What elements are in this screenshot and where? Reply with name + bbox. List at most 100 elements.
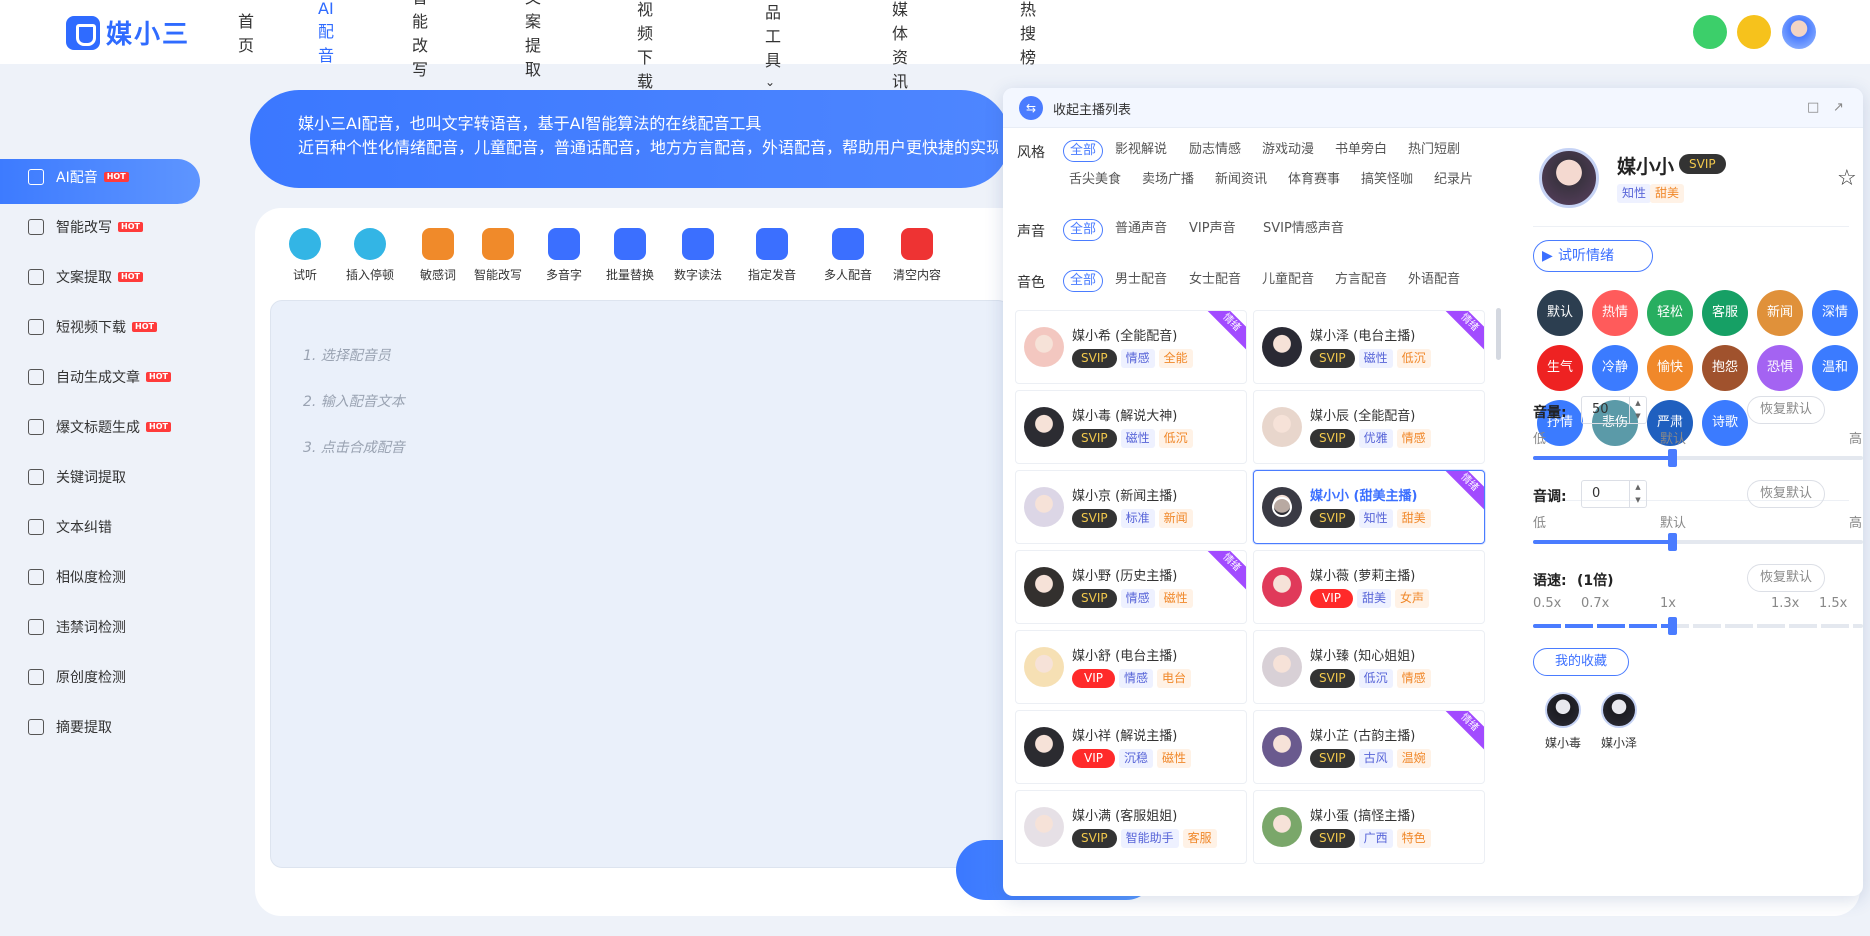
voice-card[interactable]: 媒小薇 (萝莉主播) VIP 甜美 女声 <box>1253 550 1485 624</box>
sidebar-item[interactable]: 摘要提取 <box>28 705 112 749</box>
sidebar-item[interactable]: 关键词提取 <box>28 455 126 499</box>
emotion-button[interactable]: 诗歌 <box>1702 400 1748 446</box>
nav-tools[interactable]: 精品工具⌄ <box>765 0 781 90</box>
pitch-slider[interactable] <box>1533 533 1863 551</box>
voice-card[interactable]: 媒小舒 (电台主播) VIP 情感 电台 <box>1015 630 1247 704</box>
try-emotion-button[interactable]: ▶ 试听情绪 <box>1533 240 1653 272</box>
volume-input[interactable]: 50 <box>1581 396 1647 424</box>
polyphone-button[interactable]: 多音字 <box>529 224 599 283</box>
filter-voice-option[interactable]: 全部 <box>1063 219 1104 241</box>
insert-pause-button[interactable]: 插入停顿 <box>335 224 405 283</box>
voice-card[interactable]: 媒小京 (新闻主播) SVIP 标准 新闻 <box>1015 470 1247 544</box>
speed-reset-button[interactable]: 恢复默认 <box>1747 564 1825 592</box>
emotion-button[interactable]: 轻松 <box>1647 290 1693 336</box>
emotion-button[interactable]: 抱怨 <box>1702 345 1748 391</box>
multi-voice-button[interactable]: 多人配音 <box>813 224 883 283</box>
filter-style-option[interactable]: 游戏动漫 <box>1256 140 1320 162</box>
voice-card[interactable]: 媒小满 (客服姐姐) SVIP 智能助手 客服 <box>1015 790 1247 864</box>
sidebar-item[interactable]: 智能改写 HOT <box>28 205 143 249</box>
sidebar-item[interactable]: 原创度检测 <box>28 655 126 699</box>
filter-style-option[interactable]: 热门短剧 <box>1402 140 1466 162</box>
smart-rewrite-button[interactable]: 智能改写 <box>463 224 533 283</box>
text-editor[interactable]: 1. 选择配音员 2. 输入配音文本 3. 点击合成配音 <box>270 300 1010 868</box>
nav-copy-extract[interactable]: 文案提取 <box>525 0 541 80</box>
number-reading-button[interactable]: 数字读法 <box>663 224 733 283</box>
filter-timbre-option[interactable]: 儿童配音 <box>1256 270 1320 292</box>
voice-card[interactable]: 媒小祥 (解说主播) VIP 沉稳 磁性 <box>1015 710 1247 784</box>
filter-style-option[interactable]: 卖场广播 <box>1136 170 1200 192</box>
filter-style-option[interactable]: 体育赛事 <box>1282 170 1346 192</box>
nav-home[interactable]: 首页 <box>238 8 254 56</box>
star-icon[interactable]: ☆ <box>1837 166 1857 191</box>
nav-video-download[interactable]: 短视频下载 <box>637 0 653 92</box>
sidebar-item[interactable]: 爆文标题生成 HOT <box>28 405 171 449</box>
emotion-button[interactable]: 恐惧 <box>1757 345 1803 391</box>
emotion-button[interactable]: 温和 <box>1812 345 1858 391</box>
filter-style-option[interactable]: 全部 <box>1063 140 1104 162</box>
batch-replace-button[interactable]: 批量替换 <box>595 224 665 283</box>
filter-style-option[interactable]: 书单旁白 <box>1329 140 1393 162</box>
emotion-button[interactable]: 热情 <box>1592 290 1638 336</box>
pitch-reset-button[interactable]: 恢复默认 <box>1747 480 1825 508</box>
sidebar-item[interactable]: 文案提取 HOT <box>28 255 143 299</box>
filter-timbre-option[interactable]: 女士配音 <box>1183 270 1247 292</box>
voice-card[interactable]: 媒小毒 (解说大神) SVIP 磁性 低沉 <box>1015 390 1247 464</box>
speed-slider[interactable] <box>1533 617 1863 635</box>
emotion-button[interactable]: 冷静 <box>1592 345 1638 391</box>
voice-list-scrollbar[interactable] <box>1496 308 1501 360</box>
voice-card[interactable]: 媒小希 (全能配音) SVIP 情感 全能 情绪 <box>1015 310 1247 384</box>
voice-card[interactable]: 媒小小 (甜美主播) SVIP 知性 甜美 情绪 <box>1253 470 1485 544</box>
filter-style-option[interactable]: 新闻资讯 <box>1209 170 1273 192</box>
play-button[interactable]: 试听 <box>270 224 340 283</box>
filter-timbre-option[interactable]: 全部 <box>1063 270 1104 292</box>
emotion-button[interactable]: 默认 <box>1537 290 1583 336</box>
emotion-button[interactable]: 生气 <box>1537 345 1583 391</box>
sidebar-item[interactable]: 相似度检测 <box>28 555 126 599</box>
play-icon[interactable] <box>1272 497 1292 517</box>
emotion-button[interactable]: 愉快 <box>1647 345 1693 391</box>
filter-voice-option[interactable]: SVIP情感声音 <box>1257 219 1350 241</box>
pitch-input[interactable]: 0 <box>1581 480 1647 508</box>
filter-timbre-option[interactable]: 男士配音 <box>1109 270 1173 292</box>
filter-timbre-option[interactable]: 外语配音 <box>1402 270 1466 292</box>
emotion-button[interactable]: 深情 <box>1812 290 1858 336</box>
filter-voice-option[interactable]: 普通声音 <box>1109 219 1173 241</box>
filter-style-option[interactable]: 舌尖美食 <box>1063 170 1127 192</box>
emotion-button[interactable]: 新闻 <box>1757 290 1803 336</box>
sidebar-item[interactable]: 违禁词检测 <box>28 605 126 649</box>
sidebar-item[interactable]: 自动生成文章 HOT <box>28 355 171 399</box>
emotion-button[interactable]: 客服 <box>1702 290 1748 336</box>
sidebar-item[interactable]: 短视频下载 HOT <box>28 305 157 349</box>
favorite-voice[interactable]: 媒小泽 <box>1591 692 1647 751</box>
filter-style-option[interactable]: 纪录片 <box>1428 170 1479 192</box>
nav-news[interactable]: 新媒体资讯 <box>892 0 908 92</box>
bell-icon[interactable] <box>1693 15 1727 49</box>
filter-timbre-option[interactable]: 方言配音 <box>1329 270 1393 292</box>
user-avatar[interactable] <box>1782 15 1816 49</box>
voice-card[interactable]: 媒小辰 (全能配音) SVIP 优雅 情感 <box>1253 390 1485 464</box>
voice-card[interactable]: 媒小野 (历史主播) SVIP 情感 磁性 情绪 <box>1015 550 1247 624</box>
collapse-icon[interactable]: ⇆ <box>1019 96 1043 120</box>
sidebar-item[interactable]: 文本纠错 <box>28 505 112 549</box>
sidebar-item[interactable]: AI配音 HOT <box>28 155 129 199</box>
volume-reset-button[interactable]: 恢复默认 <box>1747 396 1825 424</box>
my-favorites-button[interactable]: 我的收藏 <box>1533 648 1629 676</box>
nav-smart-rewrite[interactable]: 智能改写 <box>412 0 428 80</box>
filter-style-option[interactable]: 影视解说 <box>1109 140 1173 162</box>
nav-hot-search[interactable]: 热搜榜 <box>1020 0 1036 68</box>
filter-style-option[interactable]: 搞笑怪咖 <box>1355 170 1419 192</box>
logo[interactable]: 媒小三 <box>66 14 190 51</box>
nav-ai-dubbing[interactable]: AI配音 <box>318 0 334 66</box>
specify-pronunciation-button[interactable]: 指定发音 <box>737 224 807 283</box>
filter-style-option[interactable]: 励志情感 <box>1183 140 1247 162</box>
voice-card[interactable]: 媒小泽 (电台主播) SVIP 磁性 低沉 情绪 <box>1253 310 1485 384</box>
favorite-voice[interactable]: 媒小毒 <box>1535 692 1591 751</box>
crown-icon[interactable] <box>1737 15 1771 49</box>
collapse-list-button[interactable]: 收起主播列表 <box>1053 99 1131 118</box>
filter-voice-option[interactable]: VIP声音 <box>1183 219 1242 241</box>
voice-card[interactable]: 媒小芷 (古韵主播) SVIP 古风 温婉 情绪 <box>1253 710 1485 784</box>
voice-card[interactable]: 媒小蛋 (搞怪主播) SVIP 广西 特色 <box>1253 790 1485 864</box>
voice-card[interactable]: 媒小臻 (知心姐姐) SVIP 低沉 情感 <box>1253 630 1485 704</box>
volume-slider[interactable] <box>1533 449 1863 467</box>
clear-content-button[interactable]: 清空内容 <box>882 224 952 283</box>
